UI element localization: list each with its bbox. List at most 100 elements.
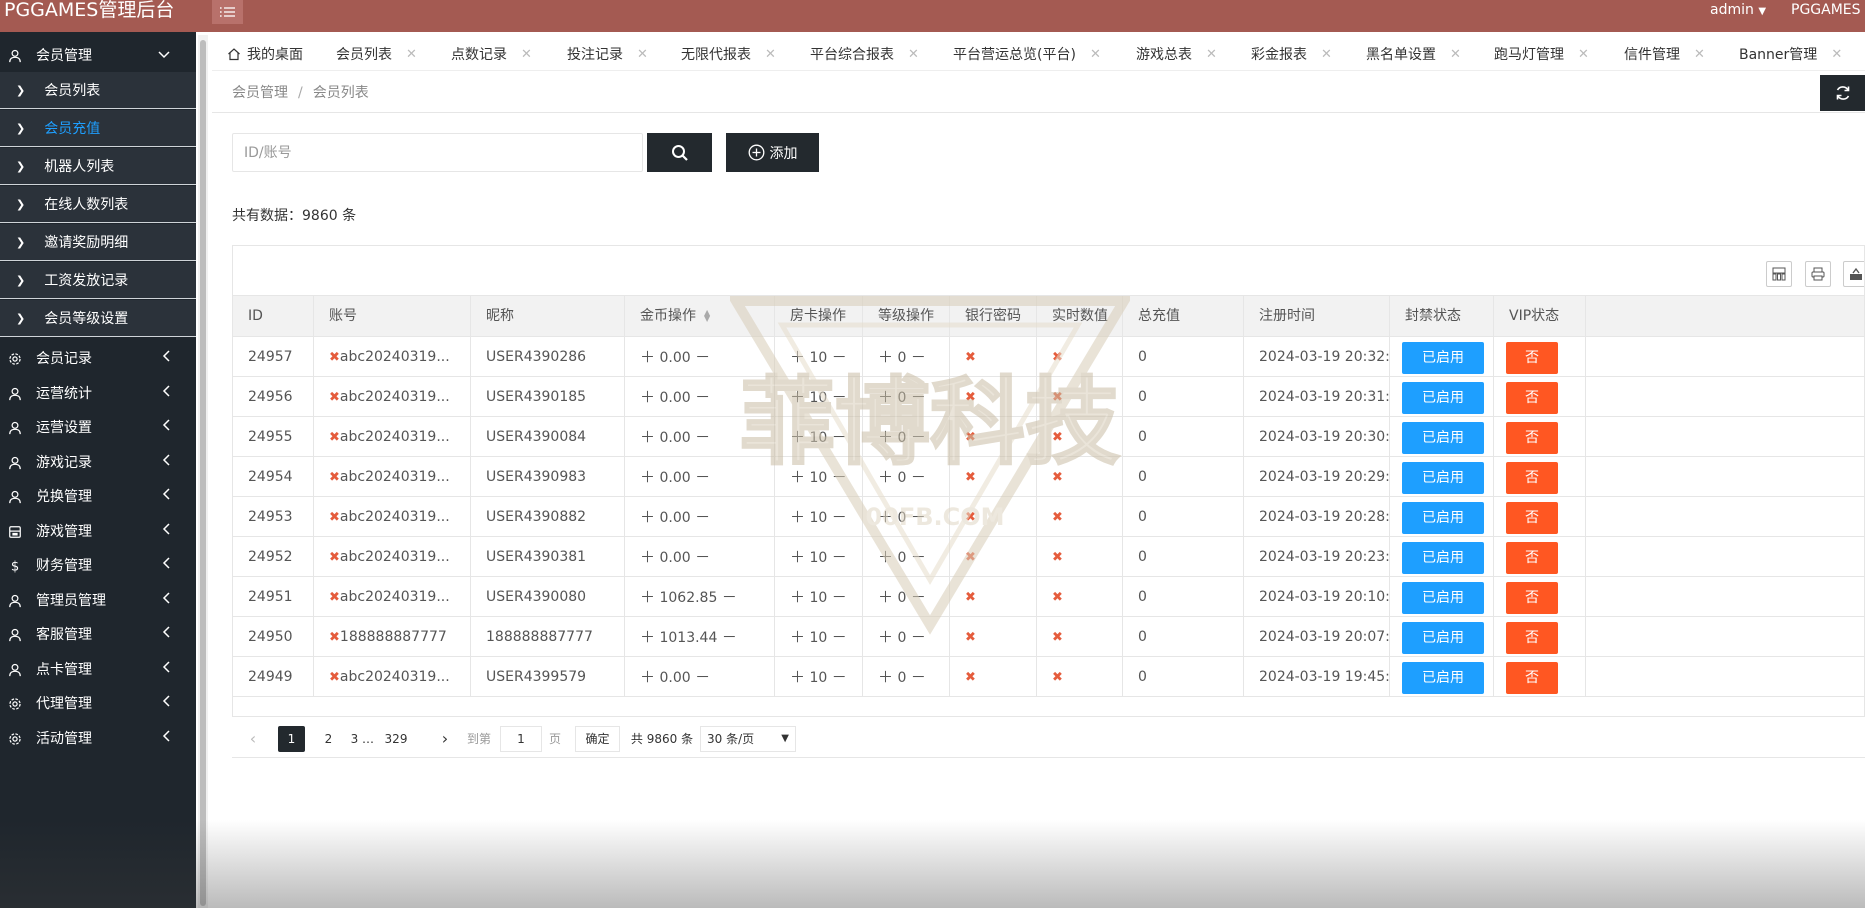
ban-status-button[interactable]: 已启用: [1402, 582, 1484, 614]
tab-9[interactable]: 黑名单设置 ✕: [1366, 44, 1461, 64]
refresh-button[interactable]: [1820, 75, 1865, 111]
plus-icon[interactable]: ＋: [878, 388, 893, 406]
tool-icon[interactable]: ✖: [1052, 630, 1063, 645]
close-icon[interactable]: ✕: [1831, 47, 1842, 62]
sidebar-item-16[interactable]: 客服管理: [0, 614, 196, 654]
prev-page-button[interactable]: ‹: [246, 726, 260, 752]
tool-icon[interactable]: ✖: [329, 630, 340, 645]
sidebar-item-7[interactable]: ❯ 会员等级设置: [0, 300, 196, 337]
plus-icon[interactable]: ＋: [878, 348, 893, 366]
tab-5[interactable]: 平台综合报表 ✕: [810, 44, 919, 64]
vip-status-button[interactable]: 否: [1506, 462, 1558, 494]
tab-2[interactable]: 点数记录 ✕: [451, 44, 532, 64]
sidebar-item-3[interactable]: ❯ 机器人列表: [0, 148, 196, 185]
close-icon[interactable]: ✕: [521, 47, 532, 62]
plus-icon[interactable]: ＋: [640, 468, 655, 486]
ban-status-button[interactable]: 已启用: [1402, 622, 1484, 654]
minus-icon[interactable]: －: [832, 628, 847, 646]
minus-icon[interactable]: －: [722, 588, 737, 606]
plus-icon[interactable]: ＋: [790, 508, 805, 526]
vip-status-button[interactable]: 否: [1506, 542, 1558, 574]
tab-12[interactable]: Banner管理 ✕: [1739, 44, 1842, 64]
vip-status-button[interactable]: 否: [1506, 502, 1558, 534]
sort-icon[interactable]: ▲ ▼: [704, 309, 710, 323]
minus-icon[interactable]: －: [832, 388, 847, 406]
minus-icon[interactable]: －: [832, 468, 847, 486]
minus-icon[interactable]: －: [695, 548, 710, 566]
plus-icon[interactable]: ＋: [878, 628, 893, 646]
minus-icon[interactable]: －: [832, 348, 847, 366]
plus-icon[interactable]: ＋: [878, 428, 893, 446]
minus-icon[interactable]: －: [832, 588, 847, 606]
plus-icon[interactable]: ＋: [640, 668, 655, 686]
tool-icon[interactable]: ✖: [965, 430, 976, 445]
minus-icon[interactable]: －: [695, 388, 710, 406]
tool-icon[interactable]: ✖: [1052, 550, 1063, 565]
plus-icon[interactable]: ＋: [790, 588, 805, 606]
close-icon[interactable]: ✕: [637, 47, 648, 62]
breadcrumb-parent[interactable]: 会员管理: [232, 85, 288, 101]
site-name[interactable]: PGGAMES: [1791, 0, 1861, 20]
minus-icon[interactable]: －: [695, 668, 710, 686]
vip-status-button[interactable]: 否: [1506, 382, 1558, 414]
tool-icon[interactable]: ✖: [965, 550, 976, 565]
sidebar-scroll-thumb[interactable]: [200, 40, 206, 906]
tool-icon[interactable]: ✖: [329, 350, 340, 365]
menu-toggle-button[interactable]: [212, 0, 243, 24]
tool-icon[interactable]: ✖: [1052, 350, 1063, 365]
plus-icon[interactable]: ＋: [640, 428, 655, 446]
minus-icon[interactable]: －: [911, 588, 926, 606]
minus-icon[interactable]: －: [695, 508, 710, 526]
minus-icon[interactable]: －: [832, 548, 847, 566]
sidebar-item-19[interactable]: 活动管理: [0, 718, 196, 758]
minus-icon[interactable]: －: [722, 628, 737, 646]
tool-icon[interactable]: ✖: [329, 430, 340, 445]
sidebar-item-12[interactable]: 兑换管理: [0, 476, 196, 516]
tab-4[interactable]: 无限代报表 ✕: [681, 44, 776, 64]
admin-user-menu[interactable]: admin ▼: [1710, 0, 1766, 22]
tool-icon[interactable]: ✖: [329, 670, 340, 685]
minus-icon[interactable]: －: [911, 428, 926, 446]
tab-6[interactable]: 平台营运总览(平台) ✕: [953, 44, 1101, 64]
page-button[interactable]: 2: [315, 726, 342, 752]
minus-icon[interactable]: －: [832, 668, 847, 686]
plus-icon[interactable]: ＋: [878, 548, 893, 566]
plus-icon[interactable]: ＋: [790, 628, 805, 646]
tool-icon[interactable]: ✖: [965, 590, 976, 605]
close-icon[interactable]: ✕: [406, 47, 417, 62]
sidebar-item-5[interactable]: ❯ 邀请奖励明细: [0, 224, 196, 261]
minus-icon[interactable]: －: [911, 668, 926, 686]
sidebar-item-6[interactable]: ❯ 工资发放记录: [0, 262, 196, 299]
page-button[interactable]: 1: [278, 726, 305, 752]
minus-icon[interactable]: －: [695, 468, 710, 486]
per-page-select[interactable]: 30 条/页 ▼: [700, 726, 796, 752]
next-page-button[interactable]: ›: [438, 726, 452, 752]
ban-status-button[interactable]: 已启用: [1402, 502, 1484, 534]
close-icon[interactable]: ✕: [1321, 47, 1332, 62]
plus-icon[interactable]: ＋: [640, 588, 655, 606]
search-input[interactable]: [232, 133, 643, 172]
ban-status-button[interactable]: 已启用: [1402, 462, 1484, 494]
tool-icon[interactable]: ✖: [329, 510, 340, 525]
tool-icon[interactable]: ✖: [965, 630, 976, 645]
sidebar-item-1[interactable]: ❯ 会员列表: [0, 72, 196, 109]
tool-icon[interactable]: ✖: [1052, 590, 1063, 605]
minus-icon[interactable]: －: [695, 348, 710, 366]
tool-icon[interactable]: ✖: [965, 390, 976, 405]
close-icon[interactable]: ✕: [1694, 47, 1705, 62]
vip-status-button[interactable]: 否: [1506, 662, 1558, 694]
vip-status-button[interactable]: 否: [1506, 582, 1558, 614]
tool-icon[interactable]: ✖: [329, 390, 340, 405]
close-icon[interactable]: ✕: [908, 47, 919, 62]
ban-status-button[interactable]: 已启用: [1402, 662, 1484, 694]
plus-icon[interactable]: ＋: [790, 548, 805, 566]
plus-icon[interactable]: ＋: [878, 468, 893, 486]
tool-icon[interactable]: ✖: [1052, 390, 1063, 405]
plus-icon[interactable]: ＋: [640, 388, 655, 406]
column-header[interactable]: 金币操作 ▲ ▼: [625, 296, 775, 337]
minus-icon[interactable]: －: [832, 508, 847, 526]
vip-status-button[interactable]: 否: [1506, 422, 1558, 454]
plus-icon[interactable]: ＋: [640, 628, 655, 646]
tool-icon[interactable]: ✖: [1052, 430, 1063, 445]
vip-status-button[interactable]: 否: [1506, 342, 1558, 374]
